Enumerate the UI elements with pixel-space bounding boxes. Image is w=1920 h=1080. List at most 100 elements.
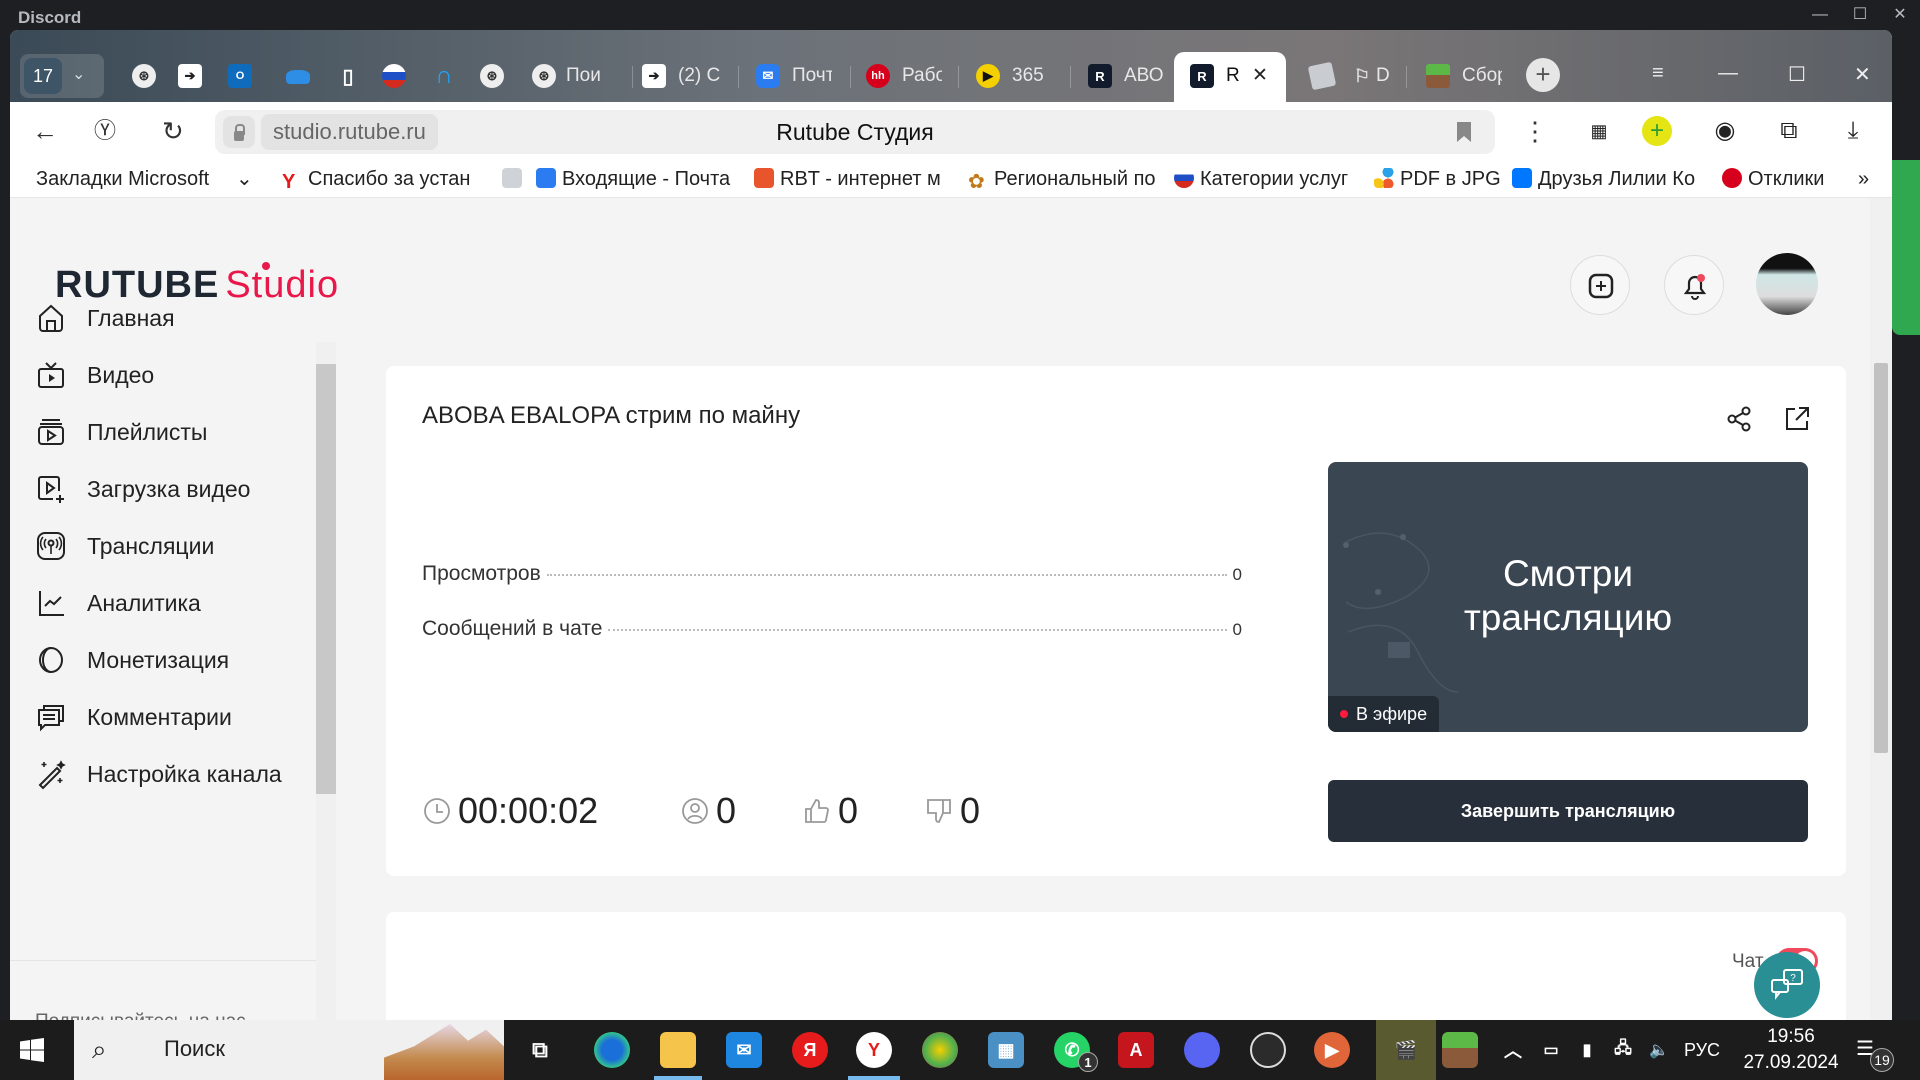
stream-preview[interactable]: Смотри трансляцию В эфире [1328,462,1808,732]
end-stream-button[interactable]: Завершить трансляцию [1328,780,1808,842]
tab-label[interactable]: (2) С [678,64,724,88]
page-scrollbar[interactable] [1870,198,1892,1020]
tab-ai-icon[interactable]: ⊛ [132,64,156,88]
camera-icon[interactable]: ▭ [1538,1032,1564,1068]
lock-icon[interactable] [223,116,255,148]
tab-hh-icon[interactable]: hh [866,64,890,88]
tab-label[interactable]: Почт [792,64,832,88]
sidebar-item-playlists[interactable]: Плейлисты [35,410,207,454]
create-button[interactable] [1570,255,1630,315]
calculator-icon[interactable]: ▦ [988,1032,1024,1068]
translate-extension-icon[interactable]: ⧉ [1774,116,1804,146]
bookmark-item[interactable]: Категории услуг [1174,166,1364,192]
bookmark-item[interactable]: ✿ Региональный по [968,166,1156,192]
tab-play-yellow-icon[interactable]: ▶ [976,64,1000,88]
chevron-down-icon[interactable]: ⌄ [236,166,253,192]
tab-roblox-icon[interactable] [1307,61,1337,91]
microphone-icon[interactable]: ▮ [1574,1032,1600,1068]
minimize-icon[interactable]: — [1800,0,1840,30]
tab-label[interactable]: Пои [566,64,606,88]
new-tab-button[interactable]: + [1526,58,1560,92]
yandex-icon[interactable]: Ⓨ [94,116,116,146]
tab-close-icon[interactable]: ✕ [1252,64,1268,88]
bookmark-item[interactable]: RBT - интернет м [754,166,950,192]
close-icon[interactable]: ✕ [1854,62,1871,87]
tab-label[interactable]: Рабо [902,64,942,88]
windows-start-icon[interactable] [20,1038,44,1062]
sidebar-scrollbar[interactable] [316,342,336,1020]
chrome-like-icon[interactable] [922,1032,958,1068]
url-field[interactable]: Rutube Студия studio.rutube.ru [215,110,1495,154]
avatar[interactable] [1756,253,1818,315]
bookmarks-more-button[interactable]: » [1858,166,1869,192]
obs-icon[interactable] [1250,1032,1286,1068]
download-icon[interactable]: ⤓ [1838,116,1868,146]
maximize-icon[interactable]: ☐ [1840,0,1880,30]
tray-expand-icon[interactable]: ︿ [1500,1032,1526,1068]
sidebar-item-analytics[interactable]: Аналитика [35,581,201,625]
tab-onedrive-icon[interactable] [286,70,310,84]
tab-rutube-icon[interactable]: R [1088,64,1112,88]
tab-outlook-icon[interactable]: O [228,64,252,88]
mail-icon[interactable]: ✉ [726,1032,762,1068]
close-icon[interactable]: ✕ [1880,0,1920,30]
reload-icon[interactable]: ↻ [162,116,184,146]
tab-arrow-circle-icon[interactable]: ➔ [642,64,666,88]
media-player-icon[interactable]: ▶ [1314,1032,1350,1068]
task-view-icon[interactable]: ⧉ [522,1032,558,1068]
more-vert-icon[interactable]: ⋮ [1522,116,1548,146]
media-player-icon[interactable]: ◉ [1710,116,1740,146]
minimize-icon[interactable]: — [1718,62,1738,85]
bookmark-item[interactable]: PDF в JPG [1374,166,1504,192]
share-icon[interactable] [1724,404,1754,434]
tab-group-button[interactable]: 17 ⌄ [20,54,104,98]
tab-label[interactable]: АВО [1124,64,1164,88]
notifications-icon[interactable]: ☰ 19 [1856,1036,1894,1072]
tab-ai-icon[interactable]: ⊛ [480,64,504,88]
open-external-icon[interactable] [1782,404,1812,434]
support-chat-button[interactable]: ? [1754,952,1820,1018]
yandex-icon[interactable]: Я [792,1032,828,1068]
discord-icon[interactable] [1184,1032,1220,1068]
sidebar-item-video[interactable]: Видео [35,353,154,397]
network-icon[interactable]: 🖧 [1610,1032,1636,1068]
tab-ai-icon[interactable]: ⊛ [532,64,556,88]
url-text[interactable]: studio.rutube.ru [261,114,438,150]
scrollbar-thumb[interactable] [316,364,336,794]
sidebar-item-upload[interactable]: Загрузка видео [35,467,250,511]
qr-code-icon[interactable]: ▦ [1584,116,1614,146]
tab-arrow-circle-icon[interactable]: ➔ [178,64,202,88]
tab-label[interactable]: Сбор [1462,64,1502,88]
bookmark-item[interactable] [502,166,528,192]
bookmark-item[interactable]: Входящие - Почта [536,166,736,192]
language-indicator[interactable]: РУС [1682,1032,1722,1068]
tab-label[interactable]: D [1376,64,1390,88]
bookmark-folder[interactable]: Закладки Microsoft [36,166,212,192]
sidebar-item-channel-settings[interactable]: Настройка канала [35,752,282,796]
bookmark-item[interactable]: Друзья Лилии Ко [1512,166,1700,192]
tab-flag-icon[interactable]: ⚐ [1350,64,1374,88]
tab-alice-icon[interactable]: ∩ [432,62,456,89]
sidebar-item-home[interactable]: Главная [35,296,175,340]
edge-icon[interactable] [594,1032,630,1068]
sidebar-item-monetization[interactable]: Монетизация [35,638,229,682]
tab-label[interactable]: 365 [1012,64,1052,88]
taskbar-search[interactable]: ⌕ Поиск [74,1020,504,1080]
maximize-icon[interactable]: ☐ [1788,62,1806,87]
extension-plus-icon[interactable]: + [1642,116,1672,146]
sidebar-item-broadcasts[interactable]: Трансляции [35,524,214,568]
acrobat-icon[interactable]: A [1118,1032,1154,1068]
video-editor-icon[interactable]: 🎬 [1376,1020,1436,1080]
tab-gosuslugi-icon[interactable] [382,64,406,88]
notifications-button[interactable] [1664,255,1724,315]
menu-icon[interactable]: ≡ [1652,62,1664,85]
back-icon[interactable]: ← [32,116,58,146]
tab-file-icon[interactable]: ▯ [336,64,360,88]
volume-icon[interactable]: 🔈 [1646,1032,1672,1068]
yandex-browser-icon[interactable]: Y [856,1032,892,1068]
tab-minecraft-icon[interactable] [1426,64,1450,88]
bookmark-item[interactable]: Отклики [1722,166,1832,192]
bookmark-item[interactable]: Y Спасибо за устан [282,166,478,192]
tab-active[interactable]: R R ✕ [1174,52,1286,102]
minecraft-icon[interactable] [1442,1032,1478,1068]
